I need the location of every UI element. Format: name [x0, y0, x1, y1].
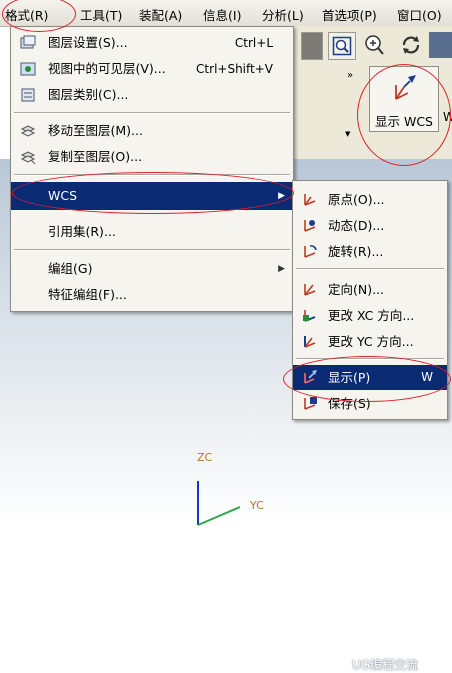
submenu-separator	[296, 268, 444, 270]
menu-tools[interactable]: 工具(T)	[80, 5, 122, 24]
menu-separator	[14, 112, 290, 114]
toolbar-edge-label: W	[443, 110, 452, 124]
menu-preferences[interactable]: 首选项(P)	[322, 5, 377, 24]
menu-item-reference-set[interactable]: 引用集(R)...	[11, 220, 293, 244]
submenu-item-dynamic[interactable]: 动态(D)...	[293, 213, 447, 238]
watermark: UG编程交流	[332, 656, 418, 673]
wcs-origin-icon	[304, 194, 316, 206]
menu-item-visible-layers[interactable]: 视图中的可见层(V)... Ctrl+Shift+V	[11, 57, 293, 81]
rotate-icon	[402, 36, 420, 54]
show-wcs-label: 显示 WCS	[375, 114, 433, 129]
submenu-separator	[296, 358, 444, 360]
menu-separator	[14, 249, 290, 251]
submenu-arrow-icon: ▶	[278, 191, 285, 201]
wechat-icon	[332, 659, 348, 672]
menu-info[interactable]: 信息(I)	[203, 5, 241, 24]
layer-category-icon	[21, 88, 35, 102]
zoom-fit-button[interactable]	[328, 32, 356, 60]
submenu-arrow-icon: ▶	[278, 264, 285, 274]
show-wcs-button[interactable]: 显示 WCS	[369, 66, 439, 132]
menu-bar: 格式(R) 工具(T) 装配(A) 信息(I) 分析(L) 首选项(P) 窗口(…	[0, 0, 452, 27]
toolbar-dropdown-icon[interactable]: ▼	[345, 130, 350, 138]
zoom-icon	[365, 35, 384, 55]
menu-item-move-to-layer[interactable]: 移动至图层(M)...	[11, 119, 293, 143]
menu-window[interactable]: 窗口(O)	[397, 5, 442, 24]
submenu-item-display[interactable]: 显示(P) W	[293, 365, 447, 390]
zoom-in-out-button[interactable]	[361, 32, 387, 58]
wcs-orient-icon	[304, 284, 316, 296]
wcs-axis-triad	[197, 481, 241, 526]
menu-item-layer-settings[interactable]: 图层设置(S)... Ctrl+L	[11, 31, 293, 55]
submenu-item-change-xc[interactable]: 更改 XC 方向...	[293, 303, 447, 328]
menu-item-layer-category[interactable]: 图层类别(C)...	[11, 83, 293, 107]
visible-layers-icon	[20, 62, 36, 76]
layer-settings-icon	[20, 35, 36, 49]
wcs-change-xc-icon	[303, 310, 316, 322]
menu-item-wcs[interactable]: WCS ▶	[11, 182, 293, 210]
menu-item-group[interactable]: 编组(G) ▶	[11, 257, 293, 281]
menu-item-feature-group[interactable]: 特征编组(F)...	[11, 283, 293, 307]
copy-to-layer-icon	[20, 151, 36, 165]
submenu-item-origin[interactable]: 原点(O)...	[293, 187, 447, 212]
rotate-button[interactable]	[398, 32, 424, 58]
toolbar-chevron-icon: »	[347, 70, 354, 81]
toolbar-edge-button[interactable]	[429, 32, 452, 58]
wcs-save-icon	[304, 397, 317, 410]
toolbar-gray-button[interactable]	[301, 32, 323, 60]
wcs-submenu: 原点(O)... 动态(D)... 旋转(R)... 定向(N)... 更改 X…	[292, 180, 448, 420]
menu-format[interactable]: 格式(R)	[5, 5, 48, 24]
wcs-change-yc-icon	[304, 336, 316, 348]
menu-separator	[14, 174, 290, 176]
menu-assembly[interactable]: 装配(A)	[139, 5, 182, 24]
wcs-display-icon	[395, 75, 416, 100]
toolbar: » ▼ 显示 WCS W	[290, 26, 452, 160]
submenu-item-orient[interactable]: 定向(N)...	[293, 277, 447, 302]
watermark-text: UG编程交流	[352, 658, 419, 672]
submenu-item-save[interactable]: 保存(S)	[293, 391, 447, 416]
menu-analysis[interactable]: 分析(L)	[262, 5, 304, 24]
wcs-rotate-icon	[304, 245, 317, 258]
menu-item-copy-to-layer[interactable]: 复制至图层(O)...	[11, 145, 293, 169]
submenu-item-change-yc[interactable]: 更改 YC 方向...	[293, 329, 447, 354]
submenu-item-rotate[interactable]: 旋转(R)...	[293, 239, 447, 264]
axis-yc-label: YC	[250, 499, 264, 512]
wcs-dynamic-icon	[304, 220, 316, 232]
wcs-display-icon	[304, 370, 317, 384]
zoom-window-icon	[332, 36, 352, 56]
move-to-layer-icon	[20, 125, 36, 137]
format-menu: 图层设置(S)... Ctrl+L 视图中的可见层(V)... Ctrl+Shi…	[10, 26, 294, 312]
axis-zc-label: ZC	[197, 451, 213, 464]
